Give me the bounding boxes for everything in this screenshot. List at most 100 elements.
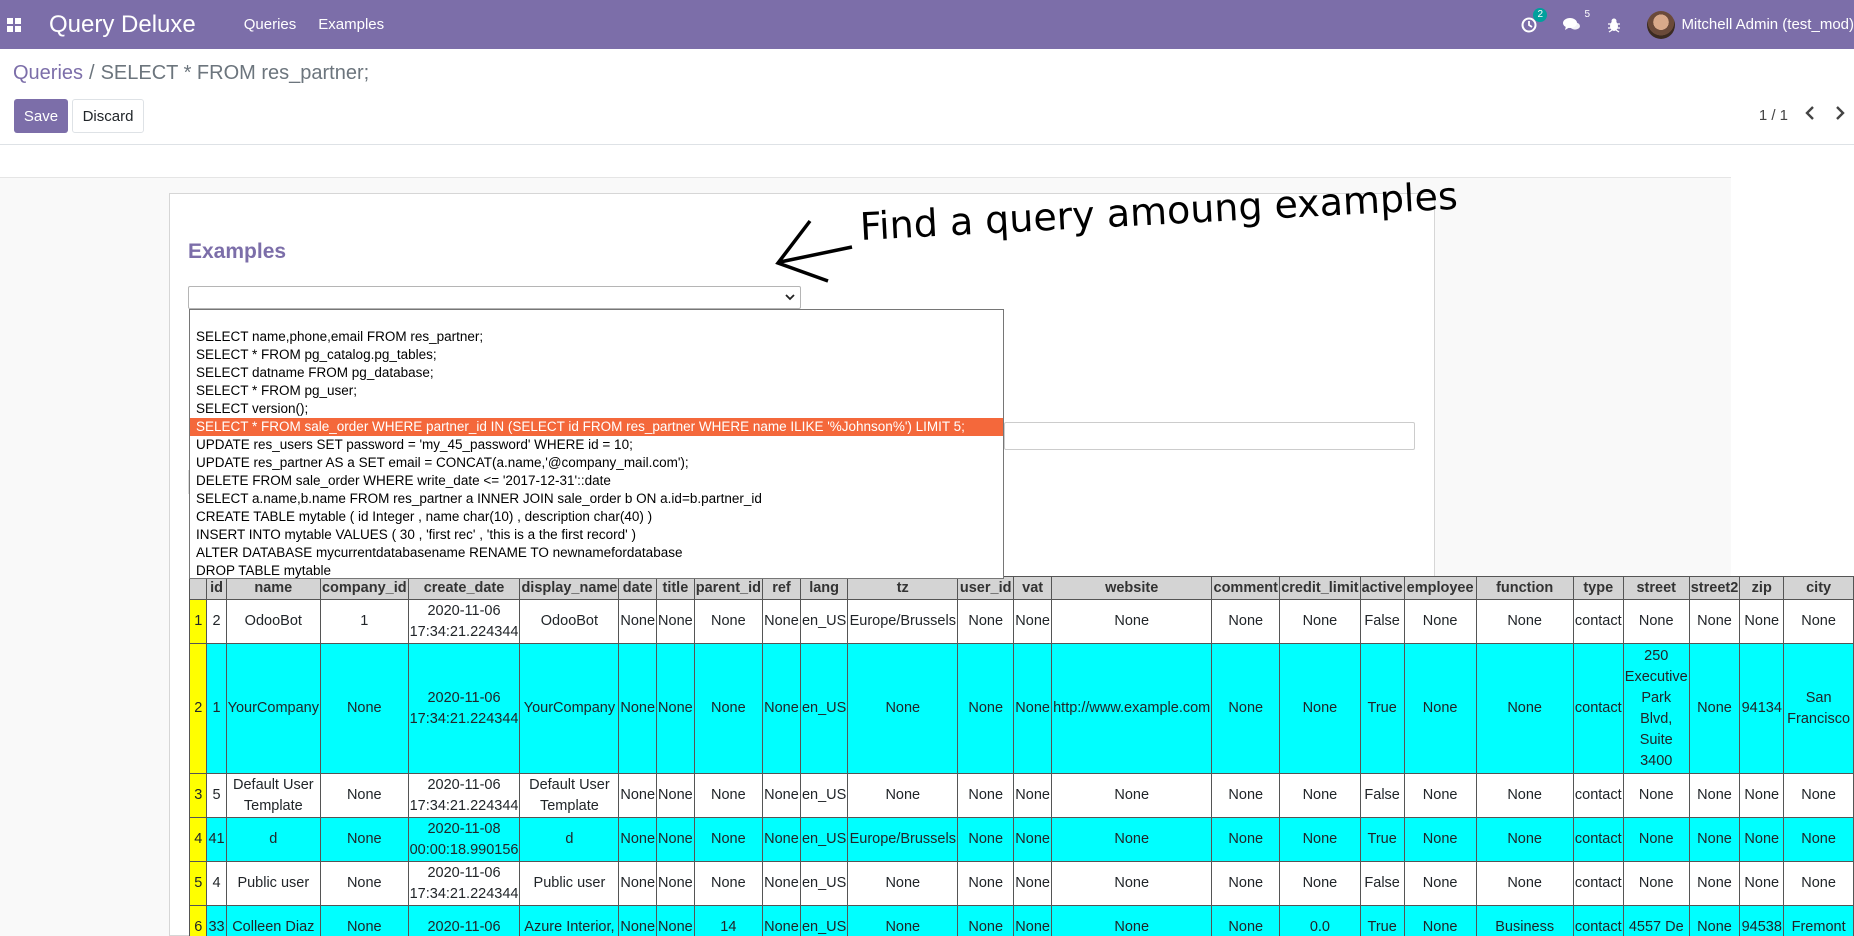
table-cell: OdooBot <box>225 599 321 644</box>
table-row: 1 2 OdooBot 1 2020-11-06 17:34:21.224344 Odoo… <box>188 599 1854 644</box>
avatar[interactable] <box>1647 10 1676 39</box>
dropdown-option[interactable]: ALTER DATABASE mycurrentdatabasename REN… <box>190 544 1003 562</box>
debug-button[interactable] <box>1607 17 1621 33</box>
table-cell: San Francisco <box>1783 643 1854 774</box>
dropdown-option[interactable]: SELECT version(); <box>190 400 1003 418</box>
table-cell: None <box>618 905 658 936</box>
table-cell: None <box>693 773 763 818</box>
table-cell: Fremont <box>1783 905 1854 936</box>
dropdown-option[interactable]: SELECT datname FROM pg_database; <box>190 364 1003 382</box>
query-input[interactable] <box>1004 422 1415 450</box>
column-header: employee <box>1403 576 1477 600</box>
messages-button[interactable]: 5 <box>1563 9 1590 33</box>
table-cell: None <box>656 861 695 906</box>
table-cell: Europe/Brussels <box>847 599 959 644</box>
table-cell: True <box>1359 817 1405 862</box>
table-cell: 33 <box>206 905 227 936</box>
dropdown-option[interactable]: CREATE TABLE mytable ( id Integer , name… <box>190 508 1003 526</box>
table-cell: None <box>1739 817 1785 862</box>
dropdown-option[interactable]: UPDATE res_partner AS a SET email = CONC… <box>190 454 1003 472</box>
table-cell: False <box>1359 773 1405 818</box>
table-cell: None <box>1403 643 1477 774</box>
column-header: comment <box>1211 576 1281 600</box>
table-cell: None <box>1211 599 1281 644</box>
dropdown-option[interactable]: DROP TABLE mytable <box>190 562 1003 580</box>
menu-item-queries[interactable]: Queries <box>244 16 297 33</box>
apps-menu-icon[interactable] <box>0 0 28 49</box>
table-cell: None <box>761 905 801 936</box>
table-cell: en_US <box>799 905 849 936</box>
column-header: active <box>1359 576 1405 600</box>
table-cell: contact <box>1572 599 1624 644</box>
dropdown-option[interactable]: SELECT * FROM pg_catalog.pg_tables; <box>190 346 1003 364</box>
dropdown-option[interactable]: UPDATE res_users SET password = 'my_45_p… <box>190 436 1003 454</box>
row-number: 4 <box>188 817 208 862</box>
examples-select[interactable] <box>188 286 801 309</box>
dropdown-option[interactable]: SELECT * FROM pg_user; <box>190 382 1003 400</box>
table-cell: None <box>1475 817 1574 862</box>
table-cell: None <box>693 599 763 644</box>
table-cell: d <box>225 817 321 862</box>
table-cell: None <box>1013 905 1053 936</box>
table-cell: False <box>1359 861 1405 906</box>
table-cell: None <box>1403 905 1477 936</box>
table-row: 4 41 d None 2020-11-08 00:00:18.990156 d None N… <box>188 817 1854 862</box>
discard-button[interactable]: Discard <box>72 99 144 133</box>
table-cell: Default User Template <box>225 773 321 818</box>
table-cell: 14 <box>693 905 763 936</box>
table-cell: None <box>1013 817 1053 862</box>
table-cell: None <box>957 773 1015 818</box>
dropdown-option[interactable]: SELECT * FROM sale_order WHERE partner_i… <box>190 418 1003 436</box>
table-cell: 250 Executive Park Blvd, Suite 3400 <box>1622 643 1690 774</box>
breadcrumb: Queries / SELECT * FROM res_partner; <box>13 62 369 85</box>
dropdown-option[interactable]: SELECT a.name,b.name FROM res_partner a … <box>190 490 1003 508</box>
chevron-right-icon <box>1836 106 1845 120</box>
dropdown-option[interactable]: DELETE FROM sale_order WHERE write_date … <box>190 472 1003 490</box>
table-cell: contact <box>1572 817 1624 862</box>
table-cell: None <box>1475 773 1574 818</box>
table-cell: None <box>618 817 658 862</box>
table-cell: None <box>1051 905 1213 936</box>
table-cell: None <box>1688 643 1741 774</box>
table-cell: None <box>761 643 801 774</box>
pager-previous-button[interactable] <box>1804 103 1816 126</box>
table-cell: en_US <box>799 861 849 906</box>
examples-dropdown-list: SELECT name,phone,email FROM res_partner… <box>189 309 1004 579</box>
pager-next-button[interactable] <box>1834 103 1846 126</box>
table-cell: None <box>1688 905 1741 936</box>
table-cell: None <box>656 905 695 936</box>
table-cell: None <box>957 817 1015 862</box>
breadcrumb-queries-link[interactable]: Queries <box>13 62 83 84</box>
app-title[interactable]: Query Deluxe <box>49 11 196 39</box>
table-cell: contact <box>1572 905 1624 936</box>
table-cell: None <box>1403 861 1477 906</box>
table-cell: None <box>693 861 763 906</box>
table-cell: 5 <box>206 773 227 818</box>
user-menu[interactable]: Mitchell Admin (test_mod) <box>1681 16 1854 33</box>
activity-button[interactable]: 2 <box>1521 7 1547 33</box>
table-cell: YourCompany <box>519 643 620 774</box>
column-header: city <box>1783 576 1854 600</box>
pager-value[interactable]: 1 / 1 <box>1759 107 1788 124</box>
table-cell: en_US <box>799 643 849 774</box>
table-cell: None <box>1783 817 1854 862</box>
row-number: 5 <box>188 861 208 906</box>
table-cell: Public user <box>519 861 620 906</box>
table-cell: None <box>618 599 658 644</box>
table-cell: None <box>319 861 409 906</box>
dropdown-option[interactable]: INSERT INTO mytable VALUES ( 30 , 'first… <box>190 526 1003 544</box>
save-button[interactable]: Save <box>14 99 68 133</box>
table-cell: 1 <box>206 643 227 774</box>
table-cell: contact <box>1572 643 1624 774</box>
activity-badge: 2 <box>1533 7 1547 22</box>
dropdown-option[interactable]: SELECT name,phone,email FROM res_partner… <box>190 328 1003 346</box>
table-cell: Colleen Diaz <box>225 905 321 936</box>
table-cell: None <box>1688 773 1741 818</box>
menu-item-examples[interactable]: Examples <box>318 16 384 33</box>
table-row: 5 4 Public user None 2020-11-06 17:34:21.224… <box>188 861 1854 906</box>
table-cell: None <box>1211 905 1281 936</box>
table-cell: None <box>1013 643 1053 774</box>
table-cell: None <box>957 861 1015 906</box>
table-cell: None <box>847 861 959 906</box>
table-cell: None <box>1622 817 1690 862</box>
